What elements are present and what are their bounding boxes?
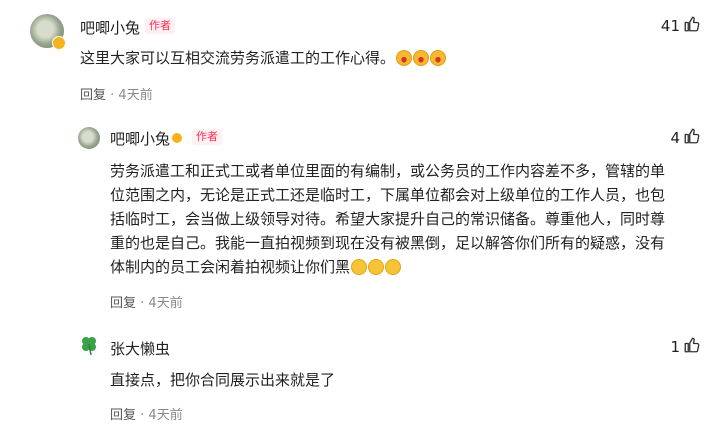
comment-time: 4天前 xyxy=(148,408,183,423)
comment-text: 这里大家可以互相交流劳务派遣工的工作心得。 xyxy=(80,46,447,70)
author-tag: 作者 xyxy=(145,18,175,34)
comment-text-line: 括临时工，会当做上级领导对待。希望大家提升自己的常识储备。尊重他人，同时尊 xyxy=(110,210,666,228)
comment-text-line: 重的也是自己。我能一直拍视频到现在没有被黑倒，足以解答你们所有的疑惑，没有 xyxy=(110,234,666,252)
smile-emoji-icon xyxy=(368,259,385,275)
comment-meta: 回复 · 4天前 xyxy=(80,84,153,103)
comment-text: 劳务派遣工和正式工或者单位里面的有编制，或公务员的工作内容差不多，管辖的单 位范… xyxy=(110,159,719,279)
comment-text-line-last: 体制内的员工会闲着拍视频让你们黑 xyxy=(110,255,719,279)
laugh-emoji-icon xyxy=(396,50,413,66)
comment-text-content: 体制内的员工会闲着拍视频让你们黑 xyxy=(110,258,351,276)
comment-time: 4天前 xyxy=(118,88,153,103)
commenter-name[interactable]: 张大懒虫 xyxy=(110,338,170,359)
reply-button[interactable]: 回复 xyxy=(110,408,136,423)
thumb-up-icon[interactable] xyxy=(683,15,701,37)
laugh-emoji-icon xyxy=(413,50,430,66)
comment-time: 4天前 xyxy=(148,296,183,311)
comment-text-line: 位范围之内，无论是正式工还是临时工，下属单位都会对上级单位的工作人员，也包 xyxy=(110,186,666,204)
smile-emoji-icon xyxy=(351,259,368,275)
comment-text-content: 这里大家可以互相交流劳务派遣工的工作心得。 xyxy=(80,49,396,67)
thumb-up-icon[interactable] xyxy=(683,336,701,358)
commenter-name[interactable]: 吧唧小兔 xyxy=(80,17,140,38)
comment-meta: 回复 · 4天前 xyxy=(110,292,183,311)
author-tag: 作者 xyxy=(192,129,222,145)
comment-text: 直接点，把你合同展示出来就是了 xyxy=(110,371,336,389)
comment-text-line: 劳务派遣工和正式工或者单位里面的有编制，或公务员的工作内容差不多，管辖的单 xyxy=(110,162,666,180)
commenter-name-text[interactable]: 吧唧小兔 xyxy=(110,130,170,148)
avatar[interactable] xyxy=(78,127,100,149)
reply-button[interactable]: 回复 xyxy=(80,88,106,103)
reply-button[interactable]: 回复 xyxy=(110,296,136,311)
like-count: 4 xyxy=(670,129,680,147)
comment-meta: 回复 · 4天前 xyxy=(110,404,183,423)
smile-emoji-icon xyxy=(385,259,402,275)
clover-avatar-icon[interactable] xyxy=(78,334,100,360)
thumb-up-icon[interactable] xyxy=(683,127,701,149)
commenter-name[interactable]: 吧唧小兔 xyxy=(110,128,183,149)
verified-badge-icon xyxy=(52,36,66,50)
verified-badge-icon xyxy=(172,133,183,143)
laugh-emoji-icon xyxy=(430,50,447,66)
like-count: 41 xyxy=(660,17,680,35)
like-count: 1 xyxy=(670,338,680,356)
